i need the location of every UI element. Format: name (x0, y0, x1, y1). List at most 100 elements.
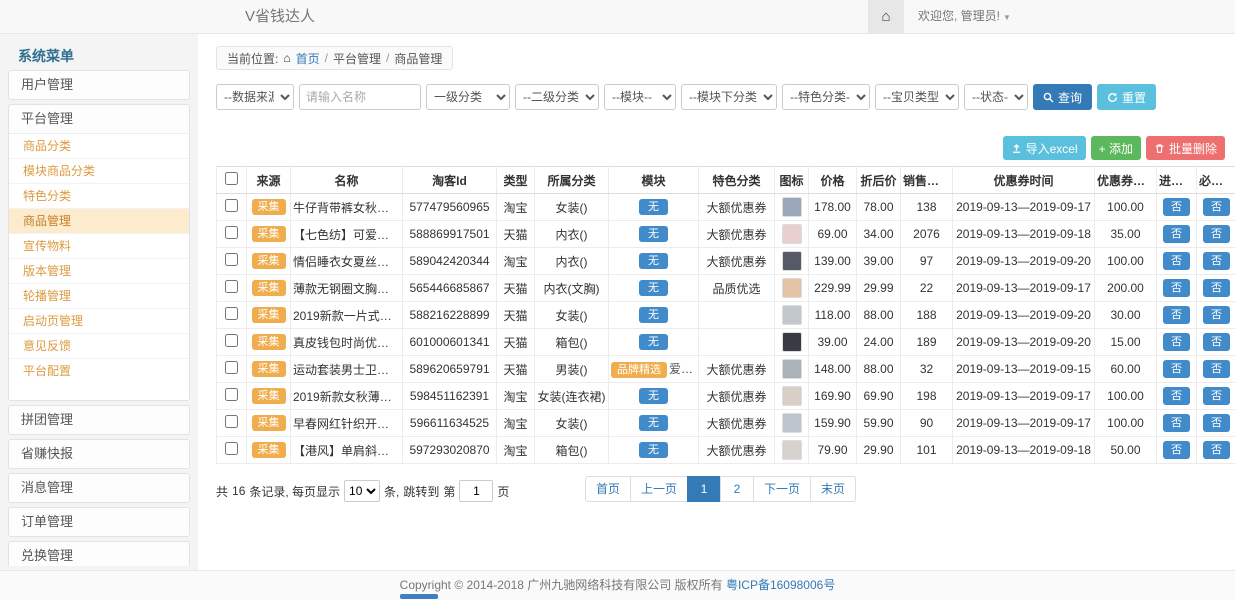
jump-page-input[interactable] (459, 480, 493, 502)
must-buy-toggle-button[interactable]: 否 (1203, 306, 1230, 324)
horizontal-scrollbar-thumb[interactable] (400, 594, 438, 599)
data-source-select[interactable]: --数据来源-- (216, 84, 294, 110)
import-toggle-button[interactable]: 否 (1163, 414, 1190, 432)
reset-button[interactable]: 重置 (1097, 84, 1156, 110)
cell-discount-price: 29.90 (857, 437, 901, 464)
cell-coupon-amount: 60.00 (1095, 356, 1157, 383)
sidebar-item-拼团管理[interactable]: 拼团管理 (9, 406, 189, 434)
sidebar-subitem-宣传物料[interactable]: 宣传物料 (9, 234, 189, 259)
sidebar-title: 系统菜单 (8, 44, 190, 70)
cell-module: 无 (609, 302, 699, 329)
pagination-button-末页[interactable]: 末页 (810, 476, 856, 502)
sidebar-item-订单管理[interactable]: 订单管理 (9, 508, 189, 536)
add-button[interactable]: + 添加 (1091, 136, 1141, 160)
sidebar-subitem-启动页管理[interactable]: 启动页管理 (9, 309, 189, 334)
cell-taoke-id: 601000601341 (403, 329, 497, 356)
select-all-checkbox[interactable] (225, 172, 238, 185)
pagination-button-上一页[interactable]: 上一页 (630, 476, 688, 502)
sidebar-subitem-意见反馈[interactable]: 意见反馈 (9, 334, 189, 359)
module-badge: 无 (639, 334, 668, 350)
feature-category-select[interactable]: --特色分类-- (782, 84, 870, 110)
module-tag-text: 爱上运动 (669, 362, 699, 376)
cell-type: 天猫 (497, 302, 535, 329)
icp-link[interactable]: 粤ICP备16098006号 (726, 578, 835, 592)
row-checkbox[interactable] (225, 199, 238, 212)
module-sub-category-select[interactable]: --模块下分类-- (681, 84, 777, 110)
must-buy-toggle-button[interactable]: 否 (1203, 414, 1230, 432)
sidebar-subitem-轮播管理[interactable]: 轮播管理 (9, 284, 189, 309)
import-toggle-button[interactable]: 否 (1163, 198, 1190, 216)
pagination-button-首页[interactable]: 首页 (585, 476, 631, 502)
must-buy-toggle-button[interactable]: 否 (1203, 441, 1230, 459)
row-checkbox[interactable] (225, 307, 238, 320)
sidebar-subitem-商品管理[interactable]: 商品管理 (9, 209, 189, 234)
cell-icon (775, 356, 809, 383)
row-checkbox[interactable] (225, 415, 238, 428)
table-row: 采集运动套装男士卫衣初秋...589620659791天猫男装()品牌精选爱上运… (217, 356, 1235, 383)
module-select[interactable]: --模块-- (604, 84, 676, 110)
level2-category-select[interactable]: --二级分类-- (515, 84, 599, 110)
pagination-button-2[interactable]: 2 (720, 476, 754, 502)
row-checkbox[interactable] (225, 334, 238, 347)
column-header-10: 折后价 (857, 167, 901, 194)
cell-price: 169.90 (809, 383, 857, 410)
row-checkbox[interactable] (225, 253, 238, 266)
must-buy-toggle-button[interactable]: 否 (1203, 360, 1230, 378)
filter-bar: --数据来源-- 一级分类--二级分类----模块----模块下分类----特色分… (216, 84, 1225, 110)
must-buy-toggle-button[interactable]: 否 (1203, 198, 1230, 216)
sidebar-item-用户管理[interactable]: 用户管理 (9, 71, 189, 99)
name-input[interactable] (299, 84, 421, 110)
cell-module: 无 (609, 194, 699, 221)
must-buy-toggle-button[interactable]: 否 (1203, 333, 1230, 351)
must-buy-toggle-button[interactable]: 否 (1203, 279, 1230, 297)
row-checkbox[interactable] (225, 280, 238, 293)
cell-name: 早春网红针织开衫女春... (291, 410, 403, 437)
sidebar-panel: 拼团管理 (8, 405, 190, 435)
batch-delete-button[interactable]: 批量删除 (1146, 136, 1225, 160)
must-buy-toggle-button[interactable]: 否 (1203, 252, 1230, 270)
jump-post: 页 (497, 483, 509, 500)
import-toggle-button[interactable]: 否 (1163, 441, 1190, 459)
sidebar-item-平台管理[interactable]: 平台管理 (9, 105, 189, 133)
status-select[interactable]: --状态-- (964, 84, 1028, 110)
breadcrumb-separator: / (325, 51, 328, 65)
sidebar-subitem-平台配置[interactable]: 平台配置 (9, 359, 189, 384)
nav-home-button[interactable]: ⌂ (868, 0, 904, 33)
sidebar-subitem-模块商品分类[interactable]: 模块商品分类 (9, 159, 189, 184)
cell-imported: 否 (1157, 248, 1197, 275)
user-menu[interactable]: 欢迎您, 管理员!▼ (904, 0, 1025, 33)
import-toggle-button[interactable]: 否 (1163, 306, 1190, 324)
import-toggle-button[interactable]: 否 (1163, 360, 1190, 378)
sidebar-subitem-商品分类[interactable]: 商品分类 (9, 134, 189, 159)
level1-category-select[interactable]: 一级分类 (426, 84, 510, 110)
import-toggle-button[interactable]: 否 (1163, 387, 1190, 405)
must-buy-toggle-button[interactable]: 否 (1203, 387, 1230, 405)
search-button[interactable]: 查询 (1033, 84, 1092, 110)
import-toggle-button[interactable]: 否 (1163, 252, 1190, 270)
sidebar-item-兑换管理[interactable]: 兑换管理 (9, 542, 189, 566)
row-checkbox[interactable] (225, 388, 238, 401)
item-type-select[interactable]: --宝贝类型-- (875, 84, 959, 110)
import-toggle-button[interactable]: 否 (1163, 279, 1190, 297)
cell-price: 79.90 (809, 437, 857, 464)
column-header-4: 类型 (497, 167, 535, 194)
cell-coupon-amount: 35.00 (1095, 221, 1157, 248)
page-size-select[interactable]: 10 (344, 480, 380, 502)
import-toggle-button[interactable]: 否 (1163, 333, 1190, 351)
import-toggle-button[interactable]: 否 (1163, 225, 1190, 243)
sidebar-subitem-版本管理[interactable]: 版本管理 (9, 259, 189, 284)
sidebar-item-省赚快报[interactable]: 省赚快报 (9, 440, 189, 468)
pagination-button-下一页[interactable]: 下一页 (753, 476, 811, 502)
row-checkbox[interactable] (225, 226, 238, 239)
import-excel-button[interactable]: 导入excel (1003, 136, 1086, 160)
breadcrumb-home-link[interactable]: 首页 (296, 50, 320, 67)
cell-type: 天猫 (497, 356, 535, 383)
row-checkbox[interactable] (225, 442, 238, 455)
pagination-button-1[interactable]: 1 (687, 476, 721, 502)
cell-imported: 否 (1157, 383, 1197, 410)
cell-source: 采集 (247, 248, 291, 275)
row-checkbox[interactable] (225, 361, 238, 374)
sidebar-subitem-特色分类[interactable]: 特色分类 (9, 184, 189, 209)
must-buy-toggle-button[interactable]: 否 (1203, 225, 1230, 243)
sidebar-item-消息管理[interactable]: 消息管理 (9, 474, 189, 502)
